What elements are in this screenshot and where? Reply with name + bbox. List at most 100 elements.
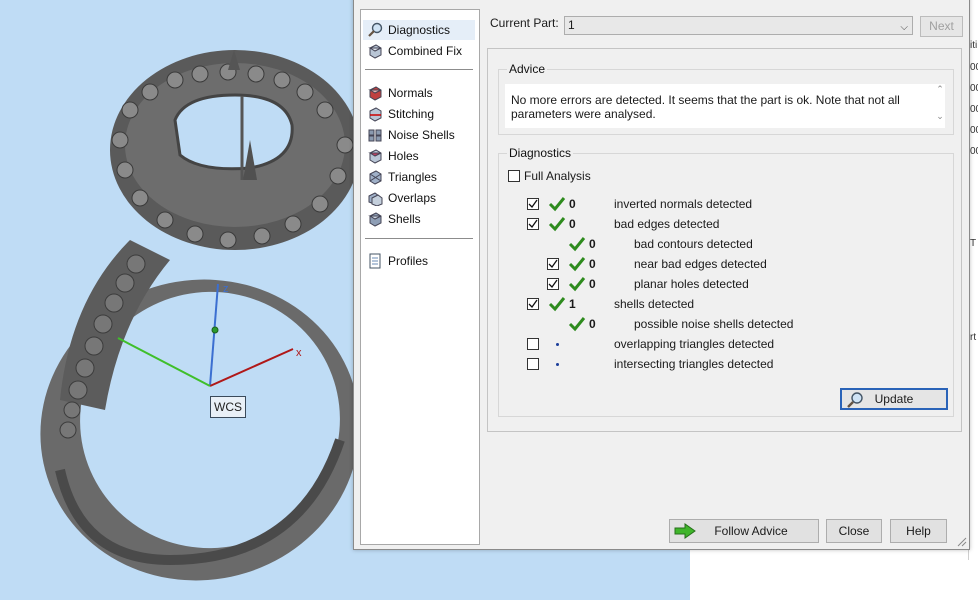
check-icon bbox=[567, 276, 587, 292]
nav-pane: Diagnostics Combined Fix Normals Stitchi… bbox=[360, 9, 480, 545]
z-axis-label: z bbox=[223, 283, 229, 295]
current-part-select[interactable]: 1 ⌵ bbox=[564, 16, 913, 35]
diagnostic-checkbox[interactable] bbox=[547, 278, 559, 290]
check-icon bbox=[567, 256, 587, 272]
diagnostic-label: inverted normals detected bbox=[614, 197, 753, 211]
edge-fragment: 00 bbox=[970, 146, 978, 157]
diagnostic-checkbox[interactable] bbox=[527, 198, 539, 210]
full-analysis-checkbox[interactable] bbox=[508, 170, 520, 182]
diagnostic-label: overlapping triangles detected bbox=[614, 337, 775, 351]
scroll-down-icon[interactable]: ⌄ bbox=[933, 111, 947, 122]
check-icon bbox=[567, 236, 587, 252]
nav-item-shells[interactable]: Shells bbox=[363, 209, 475, 229]
magnifier-icon bbox=[366, 21, 384, 39]
diagnostic-checkbox[interactable] bbox=[527, 358, 539, 370]
x-axis-label: x bbox=[296, 347, 302, 359]
nav-item-label: Triangles bbox=[388, 170, 437, 184]
diagnostic-count: 0 bbox=[589, 317, 596, 331]
edge-fragment: 00 bbox=[970, 62, 978, 73]
nav-item-stitching[interactable]: Stitching bbox=[363, 104, 475, 124]
nav-item-combined-fix[interactable]: Combined Fix bbox=[363, 41, 475, 61]
check-icon bbox=[547, 296, 567, 312]
diagnostic-row: 1 bbox=[527, 296, 581, 312]
diagnostic-row: 0 bbox=[547, 236, 601, 252]
nav-item-label: Overlaps bbox=[388, 191, 437, 205]
scroll-up-icon[interactable]: ⌃ bbox=[933, 84, 947, 95]
diagnostic-row bbox=[527, 336, 581, 352]
advice-scrollbar[interactable]: ⌃ ⌄ bbox=[933, 84, 947, 128]
diagnostic-count: 0 bbox=[569, 197, 576, 211]
follow-advice-label: Follow Advice bbox=[714, 524, 788, 538]
cube-fix-icon bbox=[366, 42, 384, 60]
chevron-down-icon: ⌵ bbox=[900, 22, 908, 33]
next-button[interactable]: Next bbox=[920, 16, 963, 37]
magnifier-icon bbox=[846, 391, 864, 412]
nav-item-label: Noise Shells bbox=[388, 128, 455, 142]
help-button[interactable]: Help bbox=[890, 519, 947, 543]
checkbox-slot bbox=[527, 218, 541, 230]
diagnostic-label: possible noise shells detected bbox=[634, 317, 794, 331]
diagnostics-panel: Advice No more errors are detected. It s… bbox=[487, 48, 962, 432]
resize-grip-icon[interactable] bbox=[957, 537, 967, 547]
diagnostic-row: 0 bbox=[527, 196, 581, 212]
fix-wizard-dialog: Diagnostics Combined Fix Normals Stitchi… bbox=[353, 0, 970, 550]
diagnostic-label: near bad edges detected bbox=[634, 257, 767, 271]
advice-title: Advice bbox=[507, 62, 548, 76]
nav-item-label: Profiles bbox=[388, 254, 429, 268]
checkbox-slot bbox=[527, 298, 541, 310]
edge-fragment: T bbox=[970, 238, 977, 249]
diagnostic-row: 0 bbox=[547, 316, 601, 332]
diagnostic-label: bad edges detected bbox=[614, 217, 720, 231]
diagnostics-title: Diagnostics bbox=[507, 146, 574, 160]
diagnostic-checkbox[interactable] bbox=[547, 258, 559, 270]
diagnostic-row: 0 bbox=[547, 256, 601, 272]
nav-item-label: Combined Fix bbox=[388, 44, 463, 58]
follow-advice-button[interactable]: Follow Advice bbox=[669, 519, 819, 543]
nav-separator bbox=[365, 238, 473, 239]
close-button[interactable]: Close bbox=[826, 519, 882, 543]
diagnostic-checkbox[interactable] bbox=[527, 218, 539, 230]
holes-cube-icon bbox=[366, 147, 384, 165]
checkbox-slot bbox=[547, 278, 561, 290]
nav-item-overlaps[interactable]: Overlaps bbox=[363, 188, 475, 208]
diagnostic-row: 0 bbox=[527, 216, 581, 232]
current-part-value: 1 bbox=[568, 18, 575, 32]
nav-item-triangles[interactable]: Triangles bbox=[363, 167, 475, 187]
green-arrow-icon bbox=[674, 523, 696, 542]
advice-text: No more errors are detected. It seems th… bbox=[511, 93, 921, 121]
checkbox-slot bbox=[527, 358, 541, 370]
nav-item-diagnostics[interactable]: Diagnostics bbox=[363, 20, 475, 40]
edge-fragment: 00 bbox=[970, 104, 978, 115]
edge-fragment: rt bbox=[970, 332, 977, 343]
diagnostic-count: 0 bbox=[589, 237, 596, 251]
document-icon bbox=[366, 252, 384, 270]
check-icon bbox=[547, 216, 567, 232]
nav-item-label: Diagnostics bbox=[388, 23, 451, 37]
diagnostic-count: 1 bbox=[569, 297, 576, 311]
noise-shells-icon bbox=[366, 126, 384, 144]
overlaps-cube-icon bbox=[366, 189, 384, 207]
nav-separator bbox=[365, 69, 473, 70]
checkbox-slot bbox=[527, 338, 541, 350]
edge-fragment: 00 bbox=[970, 83, 978, 94]
edge-fragment: 00 bbox=[970, 125, 978, 136]
current-part-label: Current Part: bbox=[490, 16, 559, 30]
diagnostic-label: intersecting triangles detected bbox=[614, 357, 774, 371]
full-analysis-label: Full Analysis bbox=[524, 169, 591, 183]
update-button[interactable]: Update bbox=[840, 388, 948, 410]
diagnostics-group: Diagnostics Full Analysis 0 inverted norm… bbox=[498, 146, 954, 417]
diagnostic-count: 0 bbox=[589, 257, 596, 271]
diagnostic-count: 0 bbox=[569, 217, 576, 231]
diagnostic-row: 0 bbox=[547, 276, 601, 292]
full-analysis-row[interactable]: Full Analysis bbox=[508, 168, 591, 184]
nav-item-profiles[interactable]: Profiles bbox=[363, 251, 475, 271]
diagnostic-checkbox[interactable] bbox=[527, 298, 539, 310]
nav-item-holes[interactable]: Holes bbox=[363, 146, 475, 166]
advice-group: Advice No more errors are detected. It s… bbox=[498, 62, 954, 135]
check-icon bbox=[567, 316, 587, 332]
nav-item-label: Shells bbox=[388, 212, 421, 226]
shells-cube-icon bbox=[366, 210, 384, 228]
diagnostic-checkbox[interactable] bbox=[527, 338, 539, 350]
nav-item-normals[interactable]: Normals bbox=[363, 83, 475, 103]
nav-item-noise-shells[interactable]: Noise Shells bbox=[363, 125, 475, 145]
